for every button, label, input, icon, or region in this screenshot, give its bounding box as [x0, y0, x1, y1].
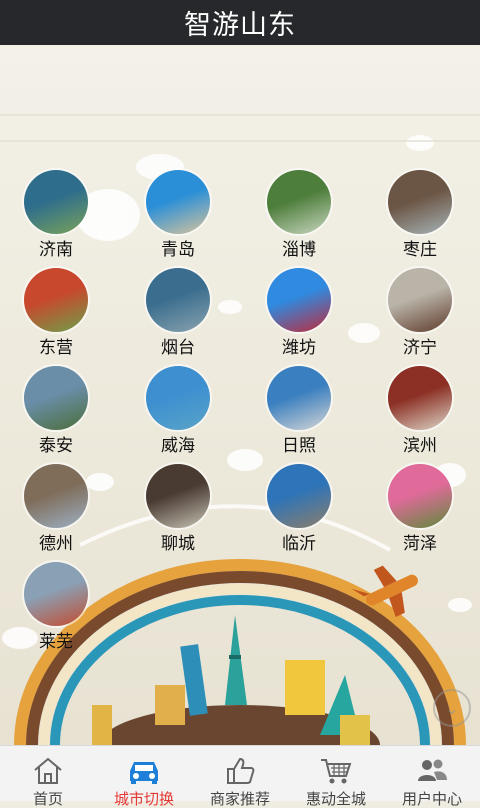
tab-city-switch-label: 城市切换	[113, 790, 174, 808]
title-bar: 智游山东	[0, 0, 480, 45]
city-item[interactable]: 济宁	[370, 268, 470, 358]
city-item[interactable]: 滨州	[370, 366, 470, 456]
city-name: 滨州	[403, 436, 437, 456]
tab-home[interactable]: 首页	[0, 746, 96, 808]
tab-home-label: 首页	[32, 790, 63, 808]
city-name: 菏泽	[403, 534, 437, 554]
city-item[interactable]: 聊城	[128, 464, 228, 554]
tab-city-deals-label: 惠动全城	[305, 790, 366, 808]
city-photo	[388, 268, 452, 332]
city-item[interactable]: 潍坊	[249, 268, 349, 358]
city-photo	[267, 268, 331, 332]
tab-merchant-recommend[interactable]: 商家推荐	[192, 746, 288, 808]
city-item[interactable]: 淄博	[249, 170, 349, 260]
city-name: 临沂	[282, 534, 316, 554]
city-name: 莱芜	[39, 632, 73, 652]
city-photo	[24, 170, 88, 234]
scroll-down-icon[interactable]: ⌄	[433, 689, 471, 727]
city-item[interactable]: 东营	[6, 268, 106, 358]
city-name: 威海	[161, 436, 195, 456]
city-photo	[24, 268, 88, 332]
city-name: 济南	[39, 240, 73, 260]
city-photo	[146, 366, 210, 430]
city-item[interactable]: 枣庄	[370, 170, 470, 260]
city-photo	[24, 366, 88, 430]
thumbs-up-icon	[220, 755, 260, 787]
city-item[interactable]: 烟台	[128, 268, 228, 358]
app-title: 智游山东	[184, 10, 296, 41]
city-name: 东营	[39, 338, 73, 358]
users-icon	[412, 755, 452, 787]
city-item[interactable]: 临沂	[249, 464, 349, 554]
tab-user-center-label: 用户中心	[401, 790, 462, 808]
tab-user-center[interactable]: 用户中心	[384, 746, 480, 808]
city-item[interactable]: 济南	[6, 170, 106, 260]
city-item[interactable]: 德州	[6, 464, 106, 554]
city-photo	[267, 170, 331, 234]
city-name: 枣庄	[403, 240, 437, 260]
city-name: 聊城	[161, 534, 195, 554]
city-name: 潍坊	[282, 338, 316, 358]
city-photo	[267, 366, 331, 430]
city-photo	[146, 268, 210, 332]
city-photo	[267, 464, 331, 528]
city-name: 淄博	[282, 240, 316, 260]
city-photo	[24, 562, 88, 626]
bottom-tab-bar: 首页 城市切换 商家推荐 惠动全城 用户中心	[0, 745, 480, 808]
city-name: 泰安	[39, 436, 73, 456]
city-photo	[388, 366, 452, 430]
tab-city-switch[interactable]: 城市切换	[96, 746, 192, 808]
city-item[interactable]: 青岛	[128, 170, 228, 260]
home-icon	[28, 755, 68, 787]
city-photo	[146, 170, 210, 234]
city-item[interactable]: 莱芜	[6, 562, 106, 652]
city-item[interactable]: 菏泽	[370, 464, 470, 554]
city-name: 德州	[39, 534, 73, 554]
car-icon	[124, 755, 164, 787]
city-item[interactable]: 威海	[128, 366, 228, 456]
city-photo	[146, 464, 210, 528]
city-photo	[24, 464, 88, 528]
cart-icon	[316, 755, 356, 787]
city-item[interactable]: 泰安	[6, 366, 106, 456]
city-name: 日照	[282, 436, 316, 456]
city-name: 济宁	[403, 338, 437, 358]
city-photo	[388, 464, 452, 528]
city-name: 青岛	[161, 240, 195, 260]
tab-city-deals[interactable]: 惠动全城	[288, 746, 384, 808]
city-item[interactable]: 日照	[249, 366, 349, 456]
city-photo	[388, 170, 452, 234]
tab-merchant-recommend-label: 商家推荐	[209, 790, 270, 808]
city-name: 烟台	[161, 338, 195, 358]
